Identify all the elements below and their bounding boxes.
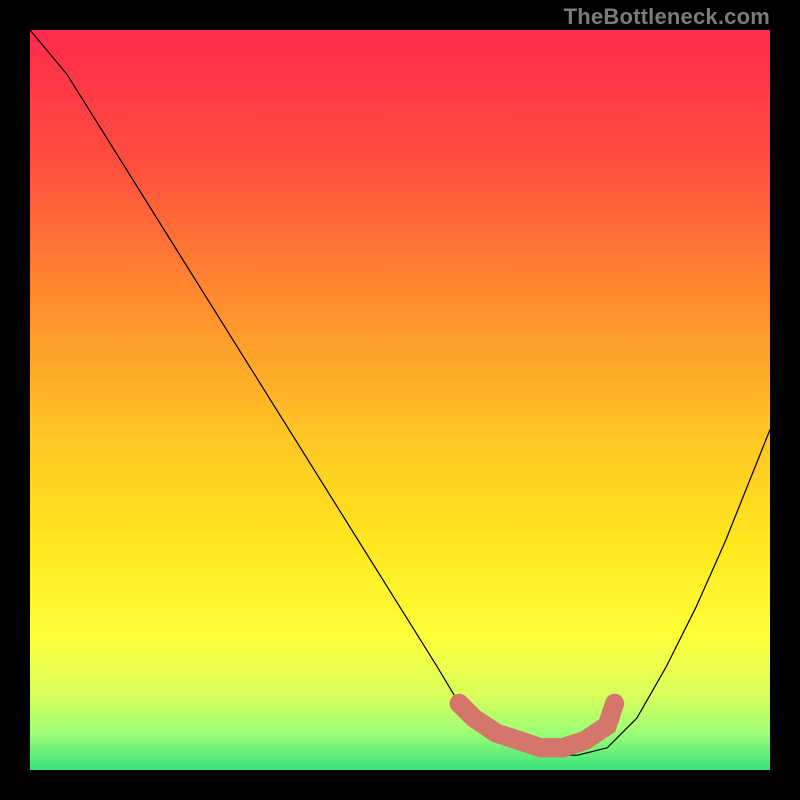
optimal-end-dot-1 (607, 696, 622, 711)
gradient-background (30, 30, 770, 770)
chart-frame: TheBottleneck.com (0, 0, 800, 800)
watermark-text: TheBottleneck.com (564, 4, 770, 30)
optimal-end-dot-0 (452, 696, 467, 711)
bottleneck-chart (30, 30, 770, 770)
